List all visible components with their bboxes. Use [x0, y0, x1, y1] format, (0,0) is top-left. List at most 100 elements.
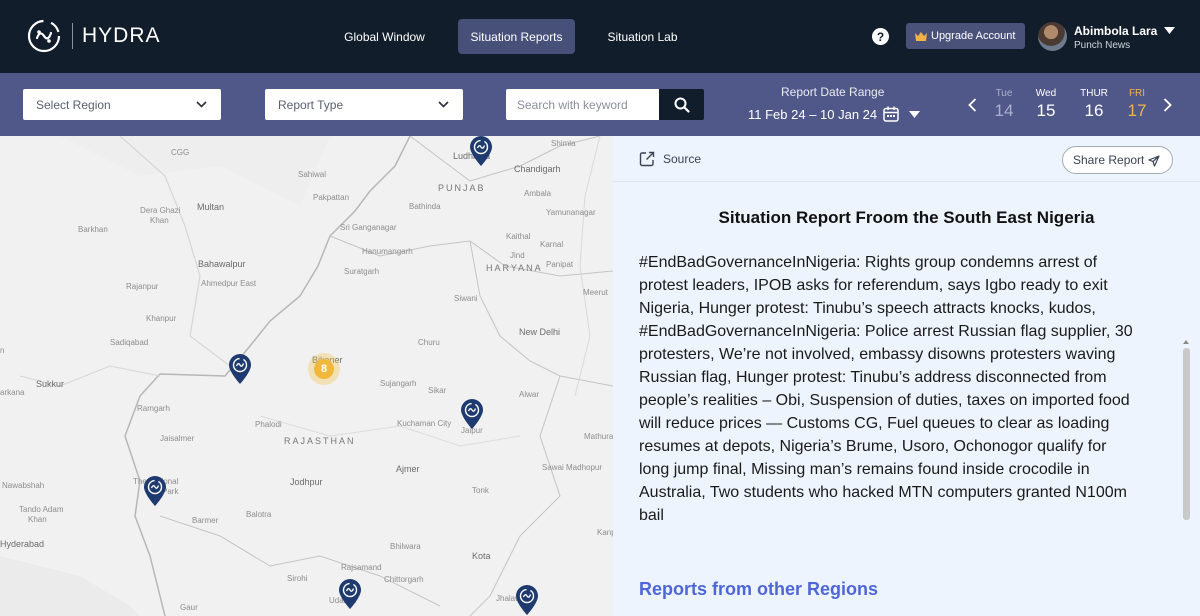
chevron-right-icon[interactable]	[1163, 98, 1172, 112]
map-cluster-marker[interactable]: 8	[308, 353, 340, 385]
scroll-up-arrow-icon[interactable]	[1183, 340, 1189, 344]
report-line: #EndBadGovernanceInNigeria: Police arres…	[639, 323, 1133, 340]
search-button[interactable]	[659, 89, 704, 120]
caret-down-icon	[909, 110, 921, 118]
map-label-ahmedpur-east: Ahmedpur East	[201, 279, 257, 288]
map-label-sadiqabad: Sadiqabad	[110, 338, 149, 347]
map-label-bhilwara: Bhilwara	[390, 542, 421, 551]
day-name: Wed	[1035, 88, 1057, 99]
search-input[interactable]: Search with keyword	[506, 89, 659, 120]
map-label-khanpur: Khanpur	[146, 314, 177, 323]
upgrade-account-label: Upgrade Account	[931, 30, 1016, 42]
report-type-dropdown[interactable]: Report Type	[265, 89, 463, 120]
map-label-rajsamand: Rajsamand	[341, 563, 382, 572]
map-pin-icon[interactable]	[460, 398, 484, 430]
map-label-pakpattan: Pakpattan	[313, 193, 350, 202]
select-region-dropdown[interactable]: Select Region	[23, 89, 221, 120]
avatar[interactable]	[1038, 22, 1067, 51]
map-label-sahiwal: Sahiwal	[298, 170, 327, 179]
map-label-kuchaman-city: Kuchaman City	[397, 419, 452, 428]
send-icon	[1148, 155, 1160, 167]
chevron-down-icon	[196, 101, 207, 108]
map-label-nawabshah: Nawabshah	[2, 481, 45, 490]
day-name: THUR	[1080, 88, 1108, 99]
external-link-icon	[639, 151, 655, 167]
map-label-karnal: Karnal	[540, 240, 564, 249]
map-base-layer	[0, 136, 613, 616]
map-label-new-delhi: New Delhi	[519, 327, 561, 337]
map-pin-icon[interactable]	[469, 136, 493, 167]
share-report-button[interactable]: Share Report	[1062, 146, 1173, 174]
report-line: long jump final, Missing man’s remains f…	[639, 461, 1090, 478]
day-date: 14	[994, 101, 1014, 120]
day-wed[interactable]: Wed 15	[1029, 88, 1063, 121]
map-label-panipat: Panipat	[546, 260, 574, 269]
day-thur[interactable]: THUR 16	[1077, 88, 1111, 121]
nav-situation-lab[interactable]: Situation Lab	[595, 19, 690, 54]
report-line: Australia, Two students who hacked MTN c…	[639, 484, 1127, 501]
nav-global-window[interactable]: Global Window	[331, 19, 438, 54]
map-label-mathura: Mathura	[584, 432, 613, 441]
report-title: Situation Report Froom the South East Ni…	[718, 208, 1095, 227]
select-region-placeholder: Select Region	[36, 97, 111, 112]
map-label-punjab: PUNJAB	[438, 183, 486, 193]
map-label-suratgarh: Suratgarh	[344, 267, 380, 276]
map-pin-icon[interactable]	[143, 475, 167, 507]
day-tue[interactable]: Tue 14	[987, 88, 1021, 121]
map-pin-icon[interactable]	[515, 584, 539, 616]
map-pin-icon[interactable]	[338, 578, 362, 610]
source-link[interactable]: Source	[639, 151, 701, 167]
hydra-logo-icon	[27, 19, 61, 53]
filter-bar: Select Region Report Type Search with ke…	[0, 73, 1200, 136]
help-icon[interactable]: ?	[872, 28, 889, 45]
app-logo[interactable]: HYDRA	[26, 18, 161, 54]
map-label-khan: Khan	[150, 216, 169, 225]
map-label-barkhan: Barkhan	[78, 225, 108, 234]
user-menu-caret-icon[interactable]	[1164, 27, 1175, 34]
report-line: #EndBadGovernanceInNigeria: Rights group…	[639, 254, 1098, 271]
report-line: bail	[639, 507, 664, 524]
map-label-tonk: Tonk	[472, 486, 489, 495]
source-label: Source	[663, 152, 702, 166]
map-label-hanumangarh: Hanumangarh	[362, 247, 413, 256]
map-label-sikar: Sikar	[428, 386, 447, 395]
date-range-picker[interactable]: 11 Feb 24 – 10 Jan 24	[748, 106, 921, 122]
report-line: protesters, We’re not involved, embassy …	[639, 346, 1116, 363]
upgrade-account-button[interactable]: Upgrade Account	[906, 23, 1025, 49]
user-name[interactable]: Abimbola Lara	[1074, 24, 1157, 38]
map-label-hyderabad: Hyderabad	[0, 539, 45, 549]
scrollbar-thumb[interactable]	[1183, 348, 1190, 520]
map-label-jodhpur: Jodhpur	[290, 477, 323, 487]
map-pin-icon[interactable]	[228, 353, 252, 385]
map-label-sawai-madhopur: Sawai Madhopur	[542, 463, 603, 472]
map-label-kaithal: Kaithal	[506, 232, 531, 241]
map-label-jind: Jind	[510, 251, 525, 260]
day-fri-selected[interactable]: FRI 17	[1120, 88, 1154, 121]
day-date: 16	[1084, 101, 1104, 120]
map-label-yamunanagar: Yamunanagar	[546, 208, 596, 217]
app-name: HYDRA	[82, 24, 161, 47]
map-view[interactable]: CGG Sahiwal Pakpattan PUNJAB Chandigarh …	[0, 136, 613, 616]
map-label-haryana: HARYANA	[486, 263, 543, 273]
map-label-bathinda: Bathinda	[409, 202, 441, 211]
map-label-arkana: arkana	[0, 388, 25, 397]
report-line: people’s realities – Obi, Suspension of …	[639, 392, 1130, 409]
report-body: #EndBadGovernanceInNigeria: Rights group…	[639, 251, 1169, 527]
day-name: FRI	[1128, 88, 1146, 99]
report-line: will reduce prices — Customs CG, Fuel qu…	[639, 415, 1110, 432]
day-name: Tue	[995, 88, 1013, 99]
map-label-sirohi: Sirohi	[287, 574, 308, 583]
user-organization: Punch News	[1074, 40, 1131, 51]
chevron-down-icon	[438, 101, 449, 108]
map-label-n: n	[0, 346, 5, 355]
map-label-ajmer: Ajmer	[396, 464, 420, 474]
report-type-placeholder: Report Type	[278, 97, 344, 112]
map-label-gaur: Gaur	[180, 603, 198, 612]
map-label-sri-ganganagar: Sri Ganganagar	[340, 223, 397, 232]
share-report-label: Share Report	[1073, 153, 1145, 167]
chevron-left-icon[interactable]	[968, 98, 977, 112]
map-label-cgg: CGG	[171, 148, 190, 157]
nav-situation-reports[interactable]: Situation Reports	[458, 19, 575, 54]
top-navigation-bar: HYDRA Global Window Situation Reports Si…	[0, 0, 1200, 73]
report-line: protest leaders, IPOB asks for referendu…	[639, 277, 1108, 294]
